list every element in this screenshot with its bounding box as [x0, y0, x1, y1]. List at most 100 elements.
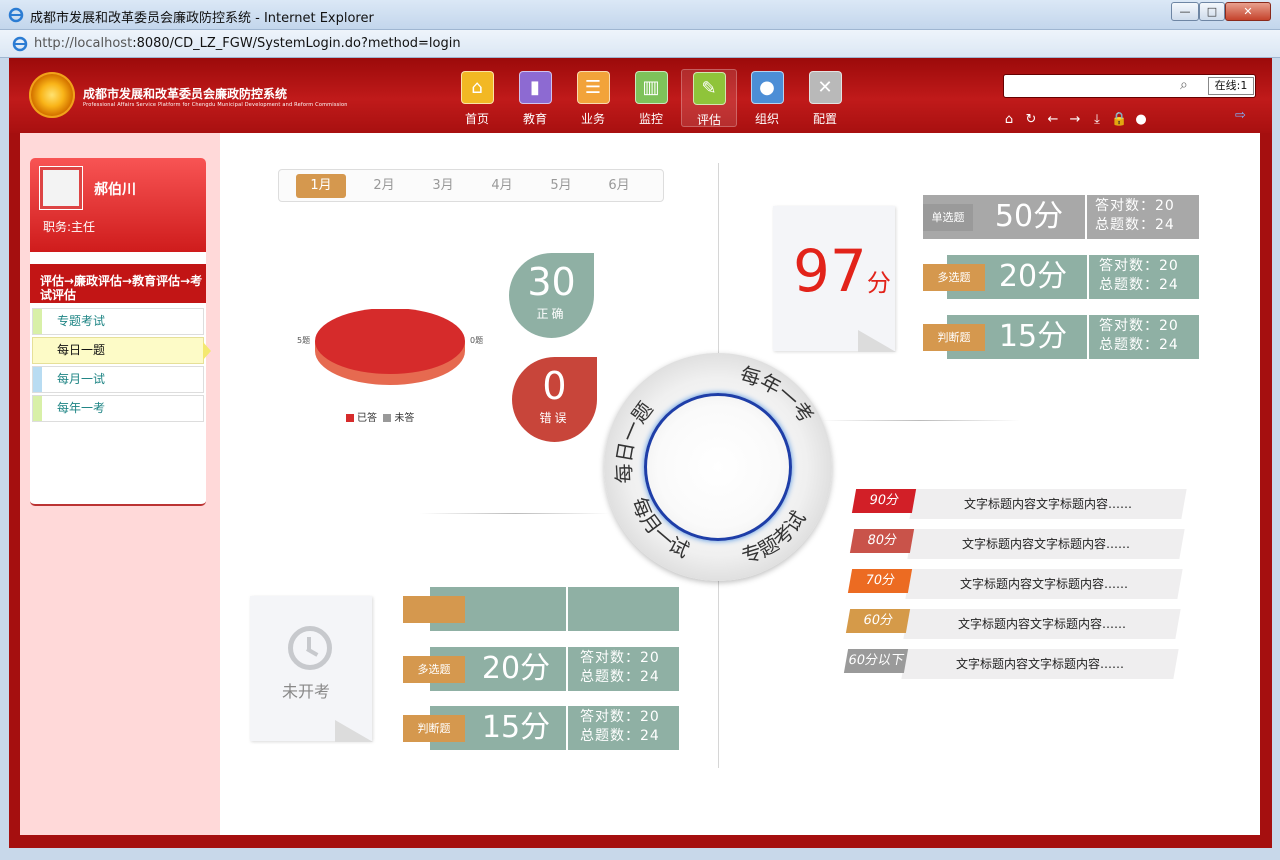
tab-month-1[interactable]: 1月 [296, 174, 346, 198]
result-stats: 答对数：20 总题数：24 [580, 650, 660, 685]
search-input[interactable] [1008, 77, 1178, 95]
home-icon[interactable]: ⌂ [1001, 112, 1017, 128]
result-stats: 答对数：20 总题数：24 [1095, 198, 1175, 233]
user-role: 职务:主任 [43, 220, 96, 234]
legend-answered: 已答 [357, 413, 377, 424]
result-score: 50分 [994, 199, 1064, 234]
ranking-item[interactable]: 文字标题内容文字标题内容…… 80分 [849, 527, 1192, 559]
sidebar-menu-panel: 评估→廉政评估→教育评估→考试评估 专题考试 每日一题 每月一试 每年一考 [30, 252, 211, 506]
sidebar-item-monthly-test[interactable]: 每月一试 [32, 366, 204, 393]
lock-icon[interactable]: 🔒 [1111, 112, 1127, 128]
home-icon[interactable]: ⌂ [460, 71, 494, 104]
ranking-text[interactable]: 文字标题内容文字标题内容…… [907, 529, 1185, 559]
page-curl [335, 720, 373, 742]
forward-icon[interactable]: → [1067, 112, 1083, 128]
question-type: 多选题 [923, 264, 985, 291]
ranking-text[interactable]: 文字标题内容文字标题内容…… [901, 649, 1179, 679]
divider [1087, 255, 1089, 299]
sidebar: 郝伯川 职务:主任 评估→廉政评估→教育评估→考试评估 专题考试 每日一题 每月… [20, 133, 220, 835]
download-icon[interactable]: ⤓ [1089, 112, 1105, 128]
user-icon[interactable]: ● [750, 71, 784, 104]
nav-item-1[interactable]: ▮ 教育 [507, 69, 563, 127]
divider [420, 513, 610, 514]
pie-right-label: 0题 [470, 336, 484, 345]
back-icon[interactable]: ← [1045, 112, 1061, 128]
book-icon[interactable]: ▮ [518, 71, 552, 104]
question-type: 判断题 [403, 715, 465, 742]
window-title: 成都市发展和改革委员会廉政防控系统 - Internet Explorer [30, 11, 374, 26]
result-score: 15分 [998, 319, 1068, 354]
tab-month-3[interactable]: 3月 [418, 174, 468, 198]
nav-item-4[interactable]: ✎ 评估 [681, 69, 737, 127]
score-badge: 80分 [849, 529, 915, 553]
page-icon [12, 36, 28, 52]
pending-row-1 [403, 587, 679, 631]
result-row-multi: 20分 答对数：20 总题数：24 多选题 [923, 255, 1199, 299]
maximize-button[interactable]: □ [1199, 2, 1225, 21]
nav-item-0[interactable]: ⌂ 首页 [449, 69, 505, 127]
exit-icon[interactable]: ⇨ [1235, 108, 1246, 123]
close-button[interactable]: ✕ [1225, 2, 1271, 21]
score-badge: 90分 [851, 489, 917, 513]
sidebar-item-special-exam[interactable]: 专题考试 [32, 308, 204, 335]
chart-icon[interactable]: ▥ [634, 71, 668, 104]
pie-left-label: 5题 [297, 336, 311, 345]
sidebar-item-daily-question[interactable]: 每日一题 [32, 337, 211, 364]
result-row-bg: 20分 答对数：20 总题数：24 [430, 647, 679, 691]
ranking-item[interactable]: 文字标题内容文字标题内容…… 60分 [845, 607, 1188, 639]
divider [566, 587, 568, 631]
ranking-item[interactable]: 文字标题内容文字标题内容…… 70分 [847, 567, 1190, 599]
edit-icon[interactable]: ✎ [692, 72, 726, 105]
url-text[interactable]: http://localhost:8080/CD_LZ_FGW/SystemLo… [34, 36, 461, 51]
main-content: 1月 2月 3月 4月 5月 6月 5题 0题 已答 未答 30 正确 0 错误… [220, 133, 1260, 835]
tools-icon[interactable]: ✕ [808, 71, 842, 104]
avatar[interactable] [40, 167, 82, 209]
system-title: 成都市发展和改革委员会廉政防控系统 [83, 87, 288, 101]
result-score: 20分 [481, 651, 551, 686]
refresh-icon[interactable]: ↻ [1023, 112, 1039, 128]
app-header: 成都市发展和改革委员会廉政防控系统 Professional Affairs S… [9, 58, 1272, 133]
nav-label: 首页 [464, 112, 489, 126]
page-curl [858, 330, 896, 352]
score-badge: 60分以下 [843, 649, 909, 673]
internet-explorer-icon [8, 7, 24, 23]
nav-item-5[interactable]: ● 组织 [739, 69, 795, 127]
tab-month-4[interactable]: 4月 [477, 174, 527, 198]
correct-count-badge: 30 正确 [509, 253, 594, 338]
question-type: 判断题 [923, 324, 985, 351]
record-icon[interactable]: ● [1133, 112, 1149, 128]
clock-icon [288, 626, 332, 670]
ranking-text[interactable]: 文字标题内容文字标题内容…… [903, 609, 1181, 639]
nav-item-6[interactable]: ✕ 配置 [797, 69, 853, 127]
window-titlebar: 成都市发展和改革委员会廉政防控系统 - Internet Explorer — … [0, 0, 1280, 30]
legend-swatch-answered [346, 414, 354, 422]
nav-item-2[interactable]: ☰ 业务 [565, 69, 621, 127]
tab-month-5[interactable]: 5月 [536, 174, 586, 198]
ranking-item[interactable]: 文字标题内容文字标题内容…… 90分 [851, 487, 1194, 519]
exam-type-ring: 每日一题 每年一考 每月一试 专题考试 [604, 353, 832, 581]
not-started-label: 未开考 [282, 682, 331, 701]
sidebar-item-yearly-exam[interactable]: 每年一考 [32, 395, 204, 422]
result-row-bg: 单选题 50分 答对数：20 总题数：24 [923, 195, 1199, 239]
minimize-button[interactable]: — [1171, 2, 1199, 21]
search-icon[interactable]: ⌕ [1180, 77, 1188, 93]
ranking-item[interactable]: 文字标题内容文字标题内容…… 60分以下 [843, 647, 1186, 679]
wrong-label: 错误 [539, 411, 570, 425]
nav-item-3[interactable]: ▥ 监控 [623, 69, 679, 127]
tab-month-2[interactable]: 2月 [359, 174, 409, 198]
ring-center[interactable] [644, 393, 792, 541]
result-row-bg [430, 587, 679, 631]
total-score-card: 97分 [773, 206, 896, 352]
result-stats: 答对数：20 总题数：24 [1099, 258, 1179, 293]
nav-label: 教育 [522, 112, 547, 126]
ranking-text[interactable]: 文字标题内容文字标题内容…… [909, 489, 1187, 519]
tab-month-6[interactable]: 6月 [594, 174, 644, 198]
logo-icon [29, 72, 75, 118]
list-icon[interactable]: ☰ [576, 71, 610, 104]
correct-count: 30 [527, 260, 576, 304]
ranking-text[interactable]: 文字标题内容文字标题内容…… [905, 569, 1183, 599]
address-bar[interactable]: http://localhost:8080/CD_LZ_FGW/SystemLo… [0, 30, 1280, 58]
result-stats: 答对数：20 总题数：24 [1099, 318, 1179, 353]
score-badge: 60分 [845, 609, 911, 633]
toolbar: ⌂ ↻ ← → ⤓ 🔒 ● [1001, 108, 1171, 127]
